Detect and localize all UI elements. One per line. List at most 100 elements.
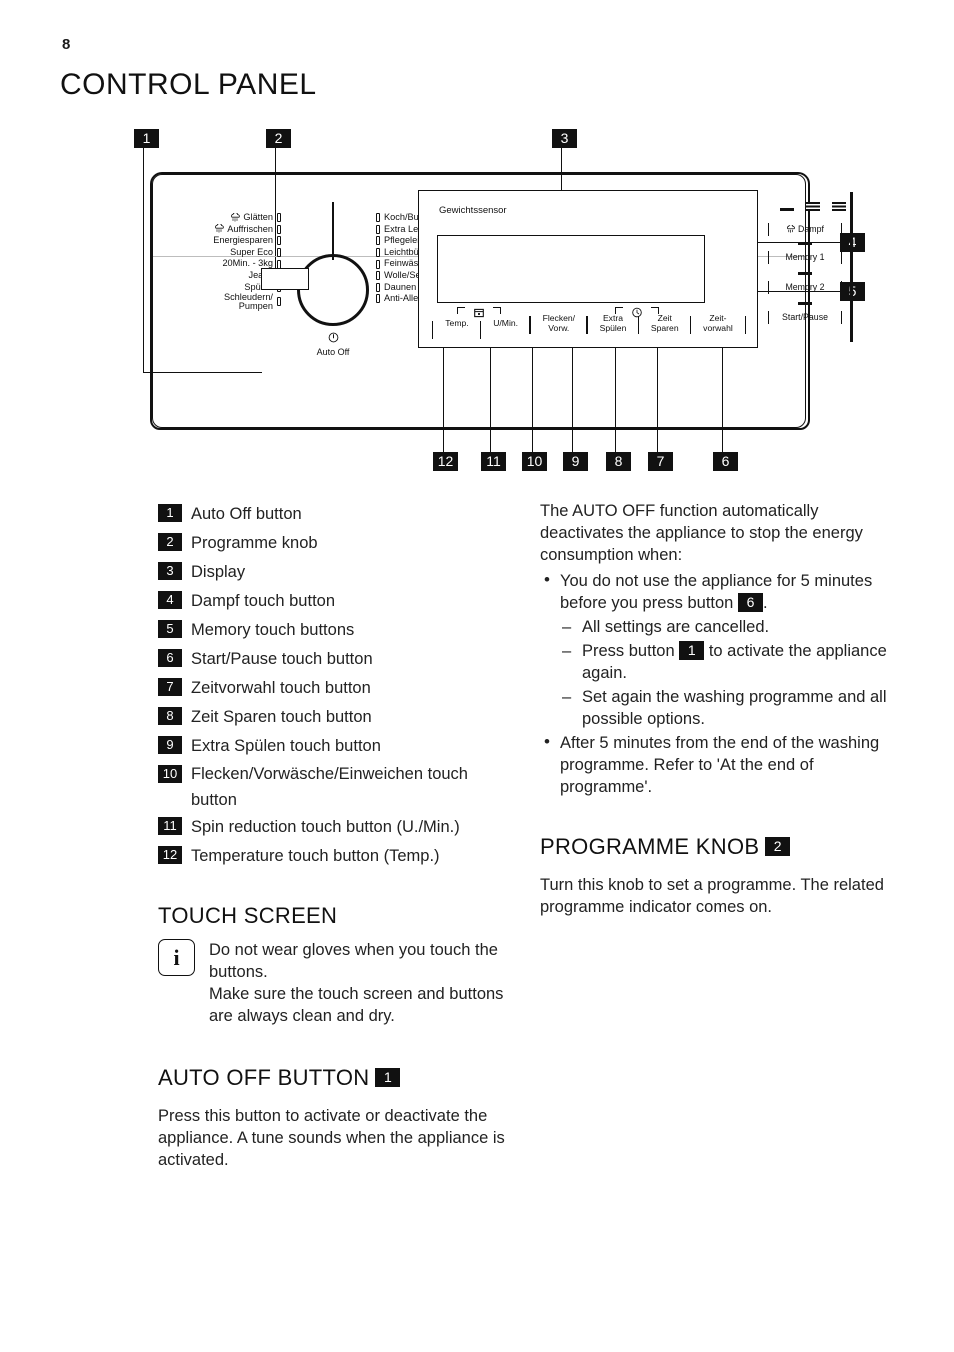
steam-icon — [230, 212, 241, 223]
dampf-level-3-indicator — [832, 202, 846, 211]
callout-3: 3 — [552, 129, 577, 148]
button-zeit-sparen[interactable]: Zeit Sparen — [637, 313, 691, 335]
dampf-indicators — [780, 202, 846, 211]
legend-item-6: 6 Start/Pause touch button — [158, 645, 518, 674]
callout-8-label: 8 — [606, 452, 631, 471]
button-zeitsparen-line1: Zeit — [657, 313, 672, 324]
legend-badge: 5 — [158, 620, 182, 638]
callout-7-label: 7 — [648, 452, 673, 471]
button-zeitvorwahl-line2: vorwahl — [703, 323, 733, 333]
legend-item-8: 8 Zeit Sparen touch button — [158, 703, 518, 732]
auto-off-bullet-1-text-b: . — [762, 594, 768, 612]
legend-list: 1 Auto Off button 2 Programme knob 3 Dis… — [158, 500, 518, 871]
button-extra-spuelen[interactable]: Extra Spülen — [586, 313, 638, 335]
button-start-pause[interactable]: Start/Pause — [766, 294, 844, 324]
indicator-lamp — [376, 282, 380, 292]
callout-2-label: 2 — [266, 129, 291, 148]
callout-3-label: 3 — [552, 129, 577, 148]
auto-off-intro: The AUTO OFF function automatically deac… — [540, 502, 863, 564]
legend-text: Dampf touch button — [191, 592, 336, 610]
programme-label: Daunen — [384, 281, 417, 292]
button-start-pause-label-wrap: Start/Pause — [766, 311, 844, 324]
info-icon: i — [158, 939, 195, 976]
legend-text: Temperature touch button (Temp.) — [191, 847, 440, 865]
left-column: 1 Auto Off button 2 Programme knob 3 Dis… — [158, 500, 518, 1175]
programme-knob-heading: PROGRAMME KNOB 2 — [540, 834, 905, 860]
indicator-lamp — [277, 224, 281, 234]
touch-screen-info-line1: Do not wear gloves when you touch the bu… — [209, 941, 498, 981]
button-memory-2-label: Memory 2 — [785, 282, 825, 292]
callout-9: 9 — [563, 452, 588, 471]
legend-text: Display — [191, 563, 246, 581]
callout-11: 11 — [481, 452, 506, 471]
button-flecken-vorwaesche[interactable]: Flecken/ Vorw. — [529, 313, 587, 335]
button-extra-line1: Extra — [602, 313, 623, 324]
programme-label: Auffrischen — [227, 223, 273, 234]
programme-label-2: Pumpen — [238, 300, 273, 311]
weight-sensor-label: Gewichtssensor — [439, 205, 507, 216]
programme-list-left: Glätten Auffrischen Energiesparen Super … — [165, 212, 285, 310]
auto-off-bullet-2: After 5 minutes from the end of the wash… — [540, 731, 905, 798]
legend-badge: 12 — [158, 846, 182, 864]
button-zeitvorwahl[interactable]: Zeit- vorwahl — [689, 314, 747, 335]
legend-text: Flecken/Vorwäsche/Einweichen touch butto… — [191, 765, 468, 809]
callout-1: 1 — [134, 129, 159, 148]
dampf-level-1-indicator — [780, 207, 794, 211]
callout-7: 7 — [648, 452, 673, 471]
legend-text: Zeitvorwahl touch button — [191, 679, 371, 697]
button-memory-1[interactable]: Memory 1 — [766, 234, 844, 264]
auto-off-sub-2: Press button 1 to activate the appliance… — [560, 640, 905, 684]
callout-6: 6 — [713, 452, 738, 471]
auto-off-bullet-1-badge: 6 — [737, 593, 763, 612]
page-title: CONTROL PANEL — [60, 68, 317, 101]
legend-badge: 1 — [158, 504, 182, 522]
legend-badge: 3 — [158, 562, 182, 580]
indicator-lamp — [376, 213, 380, 223]
auto-off-text: Auto Off — [316, 347, 350, 357]
callout-10-label: 10 — [522, 452, 547, 471]
display — [437, 235, 705, 303]
knob-pointer — [332, 202, 335, 260]
legend-item-4: 4 Dampf touch button — [158, 587, 518, 616]
programme-energiesparen: Energiesparen — [165, 235, 285, 247]
start-pause-indicator-wrap — [798, 297, 812, 307]
touch-screen-info-text: Do not wear gloves when you touch the bu… — [209, 939, 518, 1027]
auto-off-sub-3: Set again the washing programme and all … — [560, 686, 905, 730]
legend-text: Auto Off button — [191, 505, 302, 523]
programme-knob-heading-badge: 2 — [765, 837, 791, 856]
touch-screen-info-block: i Do not wear gloves when you touch the … — [158, 939, 518, 1027]
button-memory-2[interactable]: Memory 2 — [766, 264, 844, 294]
programme-label: Glätten — [243, 212, 273, 222]
button-spin[interactable]: U/Min. — [479, 318, 530, 339]
button-dampf[interactable]: Dampf — [766, 200, 846, 237]
button-dampf-label-wrap: Dampf — [766, 222, 844, 237]
legend-badge: 8 — [158, 707, 182, 725]
power-icon — [293, 332, 373, 346]
auto-off-bullet-1: You do not use the appliance for 5 minut… — [540, 569, 905, 730]
programme-label-wrap: Schleudern/ Pumpen — [224, 293, 273, 311]
legend-text: Start/Pause touch button — [191, 650, 373, 668]
right-touch-buttons: Dampf Memory 1 Memory 2 Start/Pause — [766, 200, 846, 324]
auto-off-button[interactable] — [261, 268, 309, 290]
button-flecken-line1: Flecken/ — [542, 313, 576, 324]
legend-item-3: 3 Display — [158, 558, 518, 587]
auto-off-bullets: You do not use the appliance for 5 minut… — [540, 569, 905, 798]
legend-item-7: 7 Zeitvorwahl touch button — [158, 674, 518, 703]
touch-screen-info-line2: Make sure the touch screen and buttons a… — [209, 985, 504, 1025]
callout-11-label: 11 — [481, 452, 506, 471]
legend-item-2: 2 Programme knob — [158, 529, 518, 558]
memory-2-indicator — [798, 271, 812, 275]
legend-badge: 7 — [158, 678, 182, 696]
callout-12-label: 12 — [433, 452, 458, 471]
button-spin-line1: U/Min. — [493, 318, 519, 329]
programme-label: Super Eco — [230, 246, 273, 257]
auto-off-body: Press this button to activate or deactiv… — [158, 1107, 505, 1169]
button-temp-line1: Temp. — [445, 318, 469, 329]
programme-knob[interactable] — [297, 254, 369, 326]
button-start-pause-label: Start/Pause — [782, 312, 828, 322]
legend-item-12: 12 Temperature touch button (Temp.) — [158, 842, 518, 871]
legend-badge: 9 — [158, 736, 182, 754]
button-flecken-line2: Vorw. — [548, 323, 570, 333]
button-dampf-label: Dampf — [798, 223, 824, 234]
button-temp[interactable]: Temp. — [432, 318, 481, 339]
